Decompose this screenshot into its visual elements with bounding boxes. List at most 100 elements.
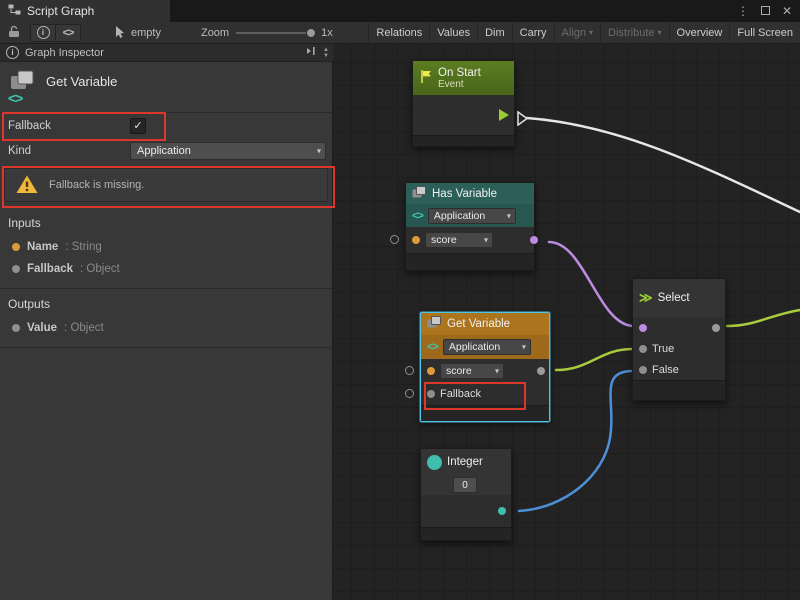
- scroll-down-icon[interactable]: ▼: [323, 53, 329, 59]
- zoom-value: 1x: [321, 27, 333, 39]
- graph-toolbar: <> empty Zoom 1x Relations Values Dim Ca…: [0, 22, 800, 44]
- warning-box: Fallback is missing.: [4, 168, 328, 202]
- code-icon: <>: [427, 341, 438, 353]
- unconnected-input-port[interactable]: [405, 366, 414, 375]
- check-icon: ✓: [133, 121, 142, 132]
- string-port-icon: [12, 243, 20, 251]
- zoom-label: Zoom: [201, 27, 229, 39]
- integer-value: 0: [462, 480, 468, 491]
- toolbar-toggle-group: <>: [30, 24, 81, 42]
- node-get-variable[interactable]: Get Variable <> Application score Fallba…: [420, 312, 550, 422]
- int-output-port[interactable]: [498, 507, 506, 515]
- fallback-input-port[interactable]: [427, 390, 435, 398]
- variable-kind-dropdown[interactable]: Application: [428, 208, 516, 224]
- zoom-slider-handle[interactable]: [306, 28, 316, 38]
- inspector-unit-title: Get Variable: [46, 74, 117, 89]
- flow-connection-arrow: [517, 111, 529, 126]
- graph-inspector-header: Graph Inspector ▲ ▼: [0, 44, 333, 62]
- values-button[interactable]: Values: [429, 22, 477, 44]
- string-input-port[interactable]: [412, 236, 420, 244]
- wire-getvariable-select: [556, 349, 632, 370]
- dim-button[interactable]: Dim: [477, 22, 512, 44]
- inputs-header: Inputs: [8, 216, 332, 230]
- graph-inspector-panel: <> Get Variable Fallback ✓ Kind Applicat…: [0, 62, 333, 600]
- wire-onstart-flow: [527, 118, 800, 212]
- graph-inspector-title: Graph Inspector: [25, 47, 104, 59]
- node-has-variable[interactable]: Has Variable <> Application score: [405, 182, 535, 271]
- node-integer[interactable]: Integer 0: [420, 448, 512, 541]
- kind-value: Application: [137, 145, 191, 157]
- zoom-slider[interactable]: [236, 28, 314, 38]
- variables-icon: [427, 316, 442, 332]
- node-select[interactable]: ≫ Select True False: [632, 278, 726, 401]
- lock-icon[interactable]: [8, 25, 20, 41]
- inspector-toggle-button[interactable]: [31, 25, 55, 41]
- true-port-label: True: [652, 343, 674, 355]
- port-type: : Object: [64, 322, 104, 334]
- false-port-label: False: [652, 364, 679, 376]
- carry-button[interactable]: Carry: [512, 22, 554, 44]
- code-icon: <>: [8, 90, 22, 106]
- kind-dropdown[interactable]: Application: [130, 142, 326, 160]
- full-screen-button[interactable]: Full Screen: [729, 22, 800, 44]
- close-icon[interactable]: ✕: [782, 4, 792, 18]
- overview-button[interactable]: Overview: [669, 22, 730, 44]
- wire-select-output: [727, 310, 800, 326]
- inspector-unit-header: <> Get Variable: [0, 62, 332, 112]
- selection-output-port[interactable]: [712, 324, 720, 332]
- code-icon: <>: [63, 27, 74, 39]
- string-input-port[interactable]: [427, 367, 435, 375]
- node-title: On Start: [438, 67, 481, 79]
- maximize-icon[interactable]: [761, 4, 770, 18]
- variable-name: score: [431, 234, 457, 246]
- distribute-button: Distribute▾: [600, 22, 668, 44]
- window-title: Script Graph: [27, 4, 94, 18]
- relations-button[interactable]: Relations: [368, 22, 429, 44]
- kebab-menu-icon[interactable]: ⋮: [737, 4, 749, 18]
- variable-kind-dropdown[interactable]: Application: [443, 339, 531, 355]
- graph-canvas[interactable]: On Start Event Has Variable <> Applicati…: [333, 44, 800, 600]
- object-port-icon: [12, 324, 20, 332]
- unconnected-input-port[interactable]: [390, 235, 399, 244]
- wire-hasvariable-select: [549, 242, 634, 326]
- cursor-icon: [115, 25, 126, 41]
- unconnected-input-port[interactable]: [405, 389, 414, 398]
- fallback-row: Fallback ✓: [0, 113, 332, 139]
- input-row-name: Name : String: [0, 236, 332, 258]
- true-input-port[interactable]: [639, 345, 647, 353]
- kind-row: Kind Application: [0, 139, 332, 163]
- warning-text: Fallback is missing.: [49, 179, 144, 191]
- condition-input-port[interactable]: [639, 324, 647, 332]
- select-icon: ≫: [639, 290, 653, 306]
- script-graph-icon: [8, 4, 21, 18]
- flag-icon: [419, 69, 433, 87]
- variables-icon: [412, 186, 427, 202]
- align-button: Align▾: [554, 22, 600, 44]
- fallback-checkbox[interactable]: ✓: [130, 118, 146, 134]
- port-type: : Object: [80, 263, 120, 275]
- variable-name-dropdown[interactable]: score: [440, 363, 504, 379]
- node-title: Get Variable: [447, 318, 510, 330]
- bool-output-port[interactable]: [530, 236, 538, 244]
- dock-icon[interactable]: [306, 46, 317, 59]
- variable-name-dropdown[interactable]: score: [425, 232, 493, 248]
- flow-output-port[interactable]: [499, 109, 509, 121]
- info-icon: [6, 46, 19, 59]
- toolbar-buttons: Relations Values Dim Carry Align▾ Distri…: [368, 22, 800, 44]
- inspector-scrollbar[interactable]: ▲ ▼: [323, 47, 329, 59]
- variable-name: score: [446, 365, 472, 377]
- port-name: Value: [27, 322, 57, 334]
- tab-script-graph[interactable]: Script Graph: [0, 0, 170, 22]
- outputs-header: Outputs: [8, 297, 332, 311]
- output-row-value: Value : Object: [0, 317, 332, 339]
- chevron-down-icon: ▾: [589, 28, 593, 37]
- fallback-port-label: Fallback: [440, 388, 481, 400]
- integer-icon: [427, 455, 442, 470]
- code-view-button[interactable]: <>: [55, 25, 80, 41]
- port-type: : String: [65, 241, 101, 253]
- integer-value-field[interactable]: 0: [453, 477, 477, 493]
- node-title: Select: [658, 292, 690, 304]
- value-output-port[interactable]: [537, 367, 545, 375]
- false-input-port[interactable]: [639, 366, 647, 374]
- node-on-start[interactable]: On Start Event: [412, 60, 515, 147]
